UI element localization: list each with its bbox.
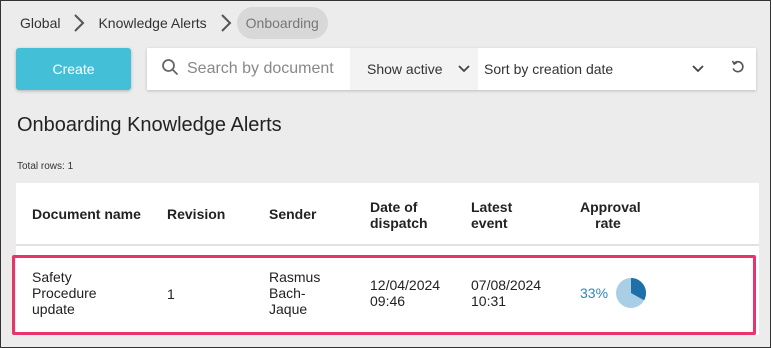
page-title: Onboarding Knowledge Alerts: [17, 114, 282, 136]
document-name-line: Procedure: [32, 285, 97, 301]
cell-approval-rate: 33%: [580, 277, 647, 309]
column-header-dispatch[interactable]: Date of dispatch: [370, 199, 428, 231]
cell-document-name: Safety Procedure update: [32, 269, 97, 317]
column-header-document[interactable]: Document name: [32, 206, 141, 222]
breadcrumb: Global Knowledge Alerts Onboarding: [12, 7, 328, 39]
filter-toolbar: Show active Sort by creation date: [147, 48, 756, 90]
approval-rate-pie: [616, 278, 647, 308]
sender-line: Jaque: [269, 301, 308, 317]
cell-revision: 1: [167, 286, 175, 302]
column-header-dispatch-line-1: Date of: [370, 199, 418, 215]
column-header-latest-event[interactable]: Latest event: [471, 199, 512, 231]
document-name-line: Safety: [32, 269, 72, 285]
sender-line: Rasmus: [269, 269, 321, 285]
breadcrumb-global[interactable]: Global: [12, 7, 68, 39]
event-date: 07/08/2024: [471, 277, 542, 293]
status-filter-label: Show active: [367, 61, 443, 77]
dispatch-time: 09:46: [370, 293, 406, 309]
create-button[interactable]: Create: [16, 48, 131, 90]
chevron-down-icon: [450, 65, 478, 73]
chevron-right-icon: [68, 7, 90, 39]
breadcrumb-onboarding: Onboarding: [236, 7, 328, 39]
sort-label: Sort by creation date: [484, 61, 614, 77]
event-time: 10:31: [471, 293, 507, 309]
reset-icon: [731, 60, 745, 79]
alerts-table: Document name Revision Sender Date of di…: [16, 183, 759, 335]
total-rows-count: Total rows: 1: [17, 161, 74, 172]
sort-select[interactable]: Sort by creation date: [478, 48, 719, 90]
status-filter-select[interactable]: Show active: [350, 48, 478, 90]
column-header-event-line-2: event: [471, 215, 508, 231]
dispatch-date: 12/04/2024: [370, 277, 441, 293]
column-header-event-line-1: Latest: [471, 199, 513, 215]
search-input[interactable]: [187, 60, 352, 78]
cell-latest-event: 07/08/2024 10:31: [471, 277, 541, 309]
column-header-approval-line-2: rate: [595, 215, 621, 231]
column-header-approval-line-1: Approval: [580, 199, 641, 215]
breadcrumb-knowledge-alerts[interactable]: Knowledge Alerts: [90, 7, 214, 39]
search-box: [147, 48, 352, 90]
cell-date-of-dispatch: 12/04/2024 09:46: [370, 277, 440, 309]
table-header: Document name Revision Sender Date of di…: [16, 183, 759, 246]
column-header-approval-rate[interactable]: Approval rate: [580, 199, 641, 231]
cell-sender: Rasmus Bach- Jaque: [269, 269, 320, 317]
column-header-dispatch-line-2: dispatch: [370, 215, 428, 231]
approval-rate-value: 33%: [580, 285, 609, 301]
document-name-line: update: [32, 301, 75, 317]
table-row[interactable]: Safety Procedure update 1 Rasmus Bach- J…: [16, 255, 759, 335]
column-header-revision[interactable]: Revision: [167, 206, 225, 222]
reset-button[interactable]: [719, 48, 756, 90]
chevron-right-icon: [215, 7, 237, 39]
sender-line: Bach-: [269, 285, 306, 301]
chevron-down-icon: [677, 65, 719, 73]
search-icon: [161, 58, 179, 81]
column-header-sender[interactable]: Sender: [269, 206, 316, 222]
